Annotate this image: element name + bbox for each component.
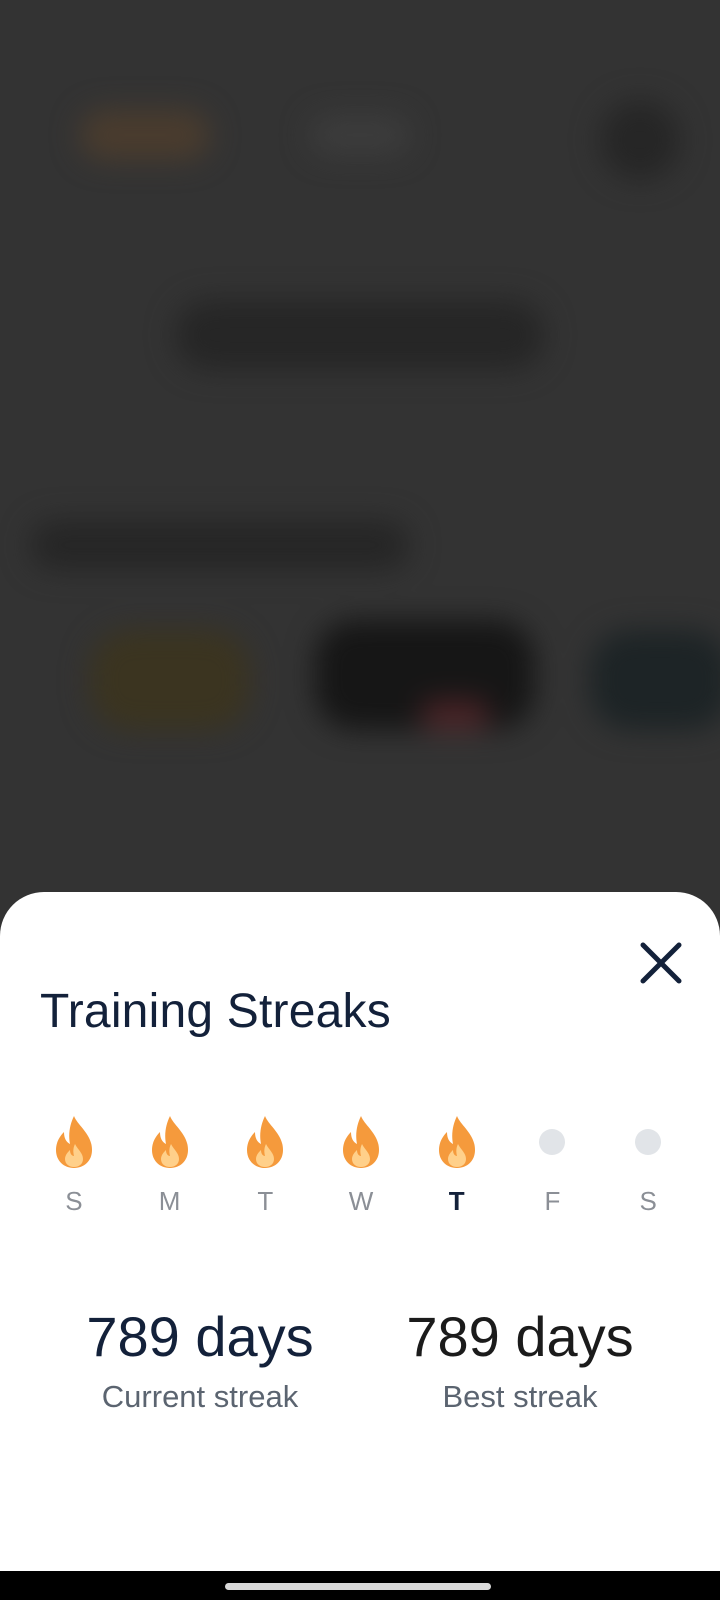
system-navigation-bar (0, 1571, 720, 1600)
weekday-item: S (600, 1114, 696, 1217)
weekday-letter: T (257, 1186, 274, 1216)
week-streak-row: SMTWTFS (26, 1114, 696, 1217)
flame-icon (237, 1114, 293, 1170)
dot-icon (620, 1114, 676, 1170)
background-blur-shape (600, 100, 680, 180)
streak-stats: 789 days Current streak 789 days Best st… (40, 1304, 680, 1415)
flame-icon (46, 1114, 102, 1170)
weekday-letter: F (544, 1186, 561, 1216)
weekday-item: T (217, 1114, 313, 1217)
weekday-item: F (505, 1114, 601, 1217)
current-streak-stat: 789 days Current streak (40, 1304, 360, 1415)
weekday-item: W (313, 1114, 409, 1217)
background-blur-shape (90, 630, 250, 730)
weekday-letter: W (348, 1186, 374, 1216)
dot-icon (524, 1114, 580, 1170)
flame-icon (333, 1114, 389, 1170)
current-streak-value: 789 days (86, 1305, 314, 1368)
sheet-title: Training Streaks (40, 985, 391, 1038)
streaks-bottom-sheet: Training Streaks S M T W T F S 789 days Curren… (0, 892, 720, 1571)
weekday-letter: S (65, 1186, 83, 1216)
background-blur-shape (175, 300, 545, 370)
background-blur-shape (30, 520, 410, 570)
home-indicator[interactable] (225, 1583, 491, 1590)
background-blur-shape (310, 115, 410, 155)
flame-icon (142, 1114, 198, 1170)
background-blur-shape (420, 700, 490, 730)
weekday-item: M (122, 1114, 218, 1217)
best-streak-value: 789 days (406, 1305, 634, 1368)
background-blur-shape (590, 630, 720, 730)
close-icon (640, 942, 682, 984)
close-button[interactable] (636, 938, 686, 988)
weekday-letter: M (158, 1186, 181, 1216)
background-blur-shape (80, 110, 210, 160)
weekday-letter: S (639, 1186, 657, 1216)
flame-icon (429, 1114, 485, 1170)
empty-day-dot (635, 1129, 662, 1155)
screen: Training Streaks S M T W T F S 789 days Curren… (0, 0, 720, 1600)
weekday-item: T (409, 1114, 505, 1217)
best-streak-label: Best streak (442, 1379, 598, 1414)
weekday-item: S (26, 1114, 122, 1217)
empty-day-dot (539, 1129, 566, 1155)
current-streak-label: Current streak (101, 1379, 299, 1414)
best-streak-stat: 789 days Best streak (360, 1304, 680, 1415)
weekday-letter: T (448, 1186, 465, 1216)
